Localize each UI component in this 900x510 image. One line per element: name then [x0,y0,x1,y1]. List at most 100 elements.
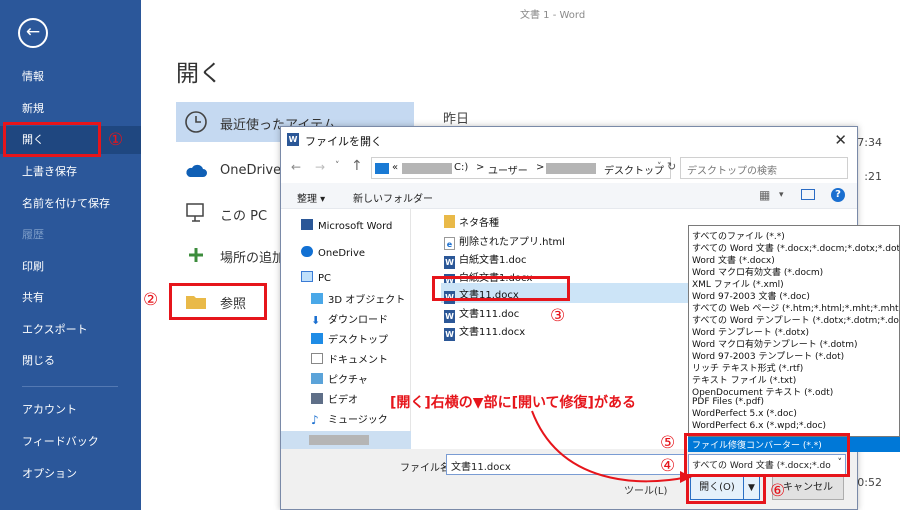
organize-button[interactable]: 整理 ▾ [297,190,325,205]
file-item[interactable]: W 文書111.doc [444,305,519,323]
sidebar-item-history: 履歴 [22,228,44,241]
plus-icon [189,248,203,262]
address-dropdown-icon[interactable]: ˅ [657,162,662,172]
computer-icon [186,203,204,222]
video-icon [311,393,323,404]
marker-box-file [432,276,570,301]
sidebar-item-new[interactable]: 新規 [0,95,141,123]
download-icon: ⬇ [311,314,321,327]
back-arrow-icon[interactable]: ← [18,18,48,48]
recent-heading: 昨日 [443,112,470,127]
marker-box-browse [169,283,267,320]
nav-item-music[interactable]: ♪ ミュージック [311,411,388,426]
sidebar-item-export[interactable]: エクスポート [0,316,141,344]
sidebar-item-save[interactable]: 上書き保存 [0,158,141,186]
word-icon [301,219,313,230]
recent-time: 0:52 [857,476,882,489]
forward-icon[interactable]: → [315,160,325,174]
word-doc-icon: W [444,328,455,341]
music-icon: ♪ [311,413,319,427]
sidebar-item-feedback[interactable]: フィードバック [0,428,141,456]
recent-time: 7:34 [857,136,882,149]
dialog-title: ファイルを開く [305,135,382,148]
marker-6: ⑥ [770,481,786,501]
nav-item-documents[interactable]: ドキュメント [311,351,388,366]
desktop-icon [311,333,323,344]
annotation-arrow [531,410,692,483]
sidebar-item-options[interactable]: オプション [0,460,141,488]
word-app-icon: W [287,133,299,146]
breadcrumb-drive[interactable]: C:) [454,162,468,173]
sidebar-divider [22,386,118,387]
view-dropdown-icon[interactable]: ▾ [779,190,784,200]
back-icon[interactable]: ← [291,160,301,174]
sidebar-item-info[interactable]: 情報 [0,63,141,91]
location-icon [375,163,389,174]
clock-icon [185,111,207,133]
refresh-icon[interactable]: ↻ [667,160,676,173]
cloud-icon [301,246,313,257]
filetype-option[interactable]: PDF Files (*.pdf) [692,397,764,407]
marker-box-open [3,122,101,157]
breadcrumb-separator: > [536,162,545,173]
window-title: 文書 1 - Word [520,10,586,21]
place-label: この PC [220,209,268,224]
navigation-pane: Microsoft Word OneDrive PC 3D オブジェクト ⬇ ダウ… [281,209,411,449]
new-folder-button[interactable]: 新しいフォルダー [353,190,433,205]
breadcrumb-separator: > [476,162,485,173]
place-label: 場所の追加 [220,251,286,266]
word-doc-icon: W [444,256,455,269]
sidebar-item-account[interactable]: アカウント [0,396,141,424]
html-file-icon: e [444,237,455,250]
nav-item-word[interactable]: Microsoft Word [301,219,392,232]
word-doc-icon: W [444,310,455,323]
marker-1: ① [108,130,124,150]
redacted-text [402,163,452,174]
nav-item-desktop[interactable]: デスクトップ [311,331,388,346]
file-item[interactable]: W 白紙文書1.doc [444,251,527,269]
nav-item-videos[interactable]: ビデオ [311,391,358,406]
backstage-sidebar: ← 情報 新規 開く 上書き保存 名前を付けて保存 履歴 印刷 共有 エクスポー… [0,0,141,510]
picture-icon [311,373,323,384]
sidebar-item-save-as[interactable]: 名前を付けて保存 [0,190,141,218]
command-bar: 整理 ▾ 新しいフォルダー ▦ ▾ ? [281,183,857,209]
folder-icon [444,215,455,228]
cloud-icon [186,164,207,177]
sidebar-item-share[interactable]: 共有 [0,284,141,312]
redacted-text [546,163,596,174]
computer-icon [301,271,313,282]
view-options-icon[interactable]: ▦ [759,188,770,202]
nav-item-onedrive[interactable]: OneDrive [301,246,365,259]
document-icon [311,353,323,364]
up-icon[interactable]: ↑ [351,158,363,174]
nav-item-3d[interactable]: 3D オブジェクト [311,291,405,306]
address-bar[interactable]: « C:) > ユーザー > デスクトップ [371,157,671,179]
file-item[interactable]: W 文書111.docx [444,323,525,341]
search-input[interactable]: デスクトップの検索 [680,157,848,179]
nav-item-downloads[interactable]: ⬇ ダウンロード [311,311,388,326]
file-item[interactable]: e 削除されたアプリ.html [444,233,565,250]
page-title: 開く [176,61,222,87]
sidebar-item-print[interactable]: 印刷 [0,253,141,281]
filetype-dropdown-list: すべてのファイル (*.*) すべての Word 文書 (*.docx;*.do… [688,225,900,437]
preview-pane-icon[interactable] [801,189,815,200]
recent-locations-icon[interactable]: ˅ [335,161,340,171]
breadcrumb-users[interactable]: ユーザー [488,162,528,177]
help-icon[interactable]: ? [831,188,845,202]
cube-icon [311,293,323,304]
filetype-option[interactable]: WordPerfect 5.x (*.doc) [692,409,797,419]
breadcrumb-prefix: « [392,162,399,173]
close-icon[interactable]: ✕ [834,131,847,149]
marker-box-filetype [684,433,850,477]
nav-item-pc[interactable]: PC [301,271,331,284]
breadcrumb-desktop[interactable]: デスクトップ [604,162,664,177]
marker-3: ③ [550,306,566,326]
file-item[interactable]: ネタ各種 [444,214,499,229]
recent-time: :21 [864,170,882,183]
nav-item-drive[interactable] [281,431,411,449]
nav-item-pictures[interactable]: ピクチャ [311,371,368,386]
dialog-titlebar: W ファイルを開く ✕ [281,127,857,153]
marker-2: ② [143,290,159,310]
sidebar-item-close[interactable]: 閉じる [0,347,141,375]
filetype-option[interactable]: WordPerfect 6.x (*.wpd;*.doc) [692,421,826,431]
